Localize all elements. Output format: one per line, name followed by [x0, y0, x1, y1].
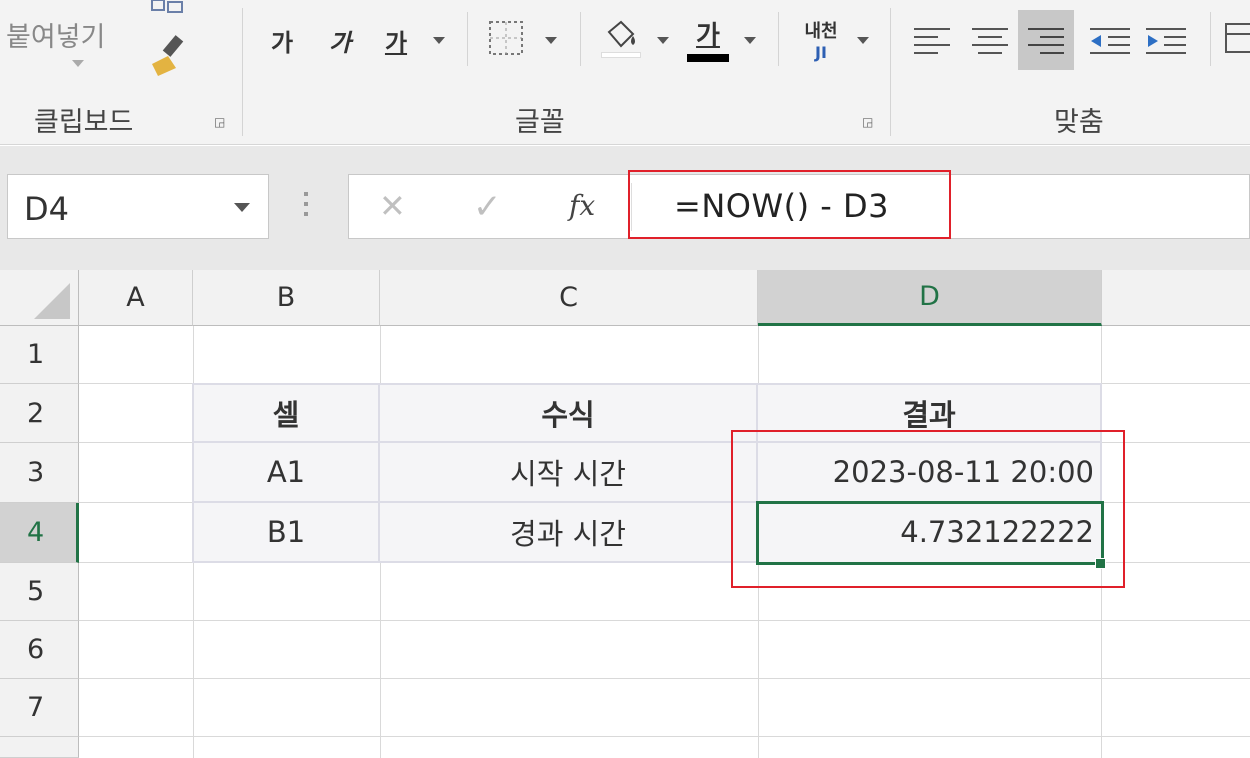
select-all-corner[interactable] — [0, 270, 79, 326]
clipboard-group-label: 클립보드 — [34, 107, 134, 138]
enter-icon[interactable]: ✓ — [473, 187, 502, 227]
result-highlight-box — [731, 430, 1125, 588]
row-header-7[interactable]: 7 — [0, 679, 79, 737]
cell-c4[interactable]: 경과 시간 — [378, 501, 758, 563]
cancel-icon[interactable]: ✕ — [379, 187, 406, 225]
align-right-icon[interactable] — [1018, 10, 1074, 70]
name-box-dropdown-icon[interactable] — [234, 203, 250, 212]
font-color-glyph: 가 — [696, 20, 720, 51]
column-header-b[interactable]: B — [193, 270, 380, 326]
increase-indent-icon[interactable] — [1140, 14, 1192, 66]
cell-b3[interactable]: A1 — [192, 441, 380, 503]
phonetic-label-top: 내천 — [804, 20, 838, 42]
row-header-2[interactable]: 2 — [0, 384, 79, 443]
ribbon-separator — [778, 12, 779, 66]
ribbon-separator — [580, 12, 581, 66]
bold-button[interactable]: 가 — [266, 22, 298, 58]
formula-bar: D4 ✕ ✓ fx — [0, 146, 1250, 270]
name-box[interactable]: D4 — [7, 174, 269, 239]
insert-function-icon[interactable]: fx — [569, 189, 595, 222]
row-header-4[interactable]: 4 — [0, 503, 79, 563]
alignment-group-label: 맞춤 — [1054, 107, 1104, 138]
font-color-button[interactable]: 가 — [686, 14, 730, 62]
ribbon-separator — [242, 8, 243, 136]
font-dialog-launcher-icon[interactable]: ◲ — [862, 114, 878, 130]
font-color-dropdown-icon[interactable] — [744, 37, 756, 44]
row-header-5[interactable]: 5 — [0, 563, 79, 621]
row-header-8[interactable] — [0, 737, 79, 758]
name-box-value: D4 — [24, 190, 69, 228]
phonetic-dropdown-icon[interactable] — [857, 37, 869, 44]
align-center-icon[interactable] — [964, 14, 1016, 66]
underline-button[interactable]: 가 — [380, 22, 412, 58]
column-header-a[interactable]: A — [79, 270, 193, 326]
ribbon-separator — [890, 8, 891, 136]
italic-button[interactable]: 가 — [324, 22, 356, 58]
cell-c3[interactable]: 시작 시간 — [378, 441, 758, 503]
gridline — [79, 620, 1250, 621]
borders-dropdown-icon[interactable] — [545, 37, 557, 44]
borders-icon[interactable] — [486, 18, 526, 58]
cell-c2[interactable]: 수식 — [378, 383, 758, 443]
wrap-text-icon[interactable] — [1222, 18, 1250, 58]
copy-icon[interactable] — [150, 0, 186, 14]
row-header-3[interactable]: 3 — [0, 443, 79, 503]
font-group-label: 글꼴 — [515, 107, 565, 138]
decrease-indent-icon[interactable] — [1084, 14, 1136, 66]
cell-b4[interactable]: B1 — [192, 501, 380, 563]
ribbon-separator — [467, 12, 468, 66]
select-all-triangle-icon — [34, 283, 70, 319]
gridline — [79, 736, 1250, 737]
paste-dropdown-icon — [72, 60, 84, 67]
paste-label: 붙여넣기 — [6, 22, 106, 53]
column-header-d[interactable]: D — [758, 270, 1102, 326]
gridline — [79, 678, 1250, 679]
row-header-6[interactable]: 6 — [0, 621, 79, 679]
font-color-bar — [687, 53, 729, 62]
phonetic-guide-button[interactable]: 내천 JI — [798, 14, 844, 64]
formula-bar-grip-icon[interactable] — [304, 192, 308, 222]
fill-color-bar — [601, 52, 641, 58]
cell-b2[interactable]: 셀 — [192, 383, 380, 443]
ribbon: 붙여넣기 클립보드 ◲ 가 가 가 가 내천 JI 글꼴 ◲ 맞춤 — [0, 0, 1250, 145]
ribbon-separator — [1210, 12, 1211, 66]
paste-button[interactable]: 붙여넣기 — [6, 6, 136, 76]
formula-highlight-box — [628, 170, 951, 239]
align-left-icon[interactable] — [906, 14, 958, 66]
column-header-blank — [1102, 270, 1250, 326]
fill-color-icon[interactable] — [598, 14, 644, 62]
clipboard-dialog-launcher-icon[interactable]: ◲ — [214, 114, 230, 130]
fill-color-dropdown-icon[interactable] — [657, 37, 669, 44]
phonetic-label-bottom: JI — [815, 42, 827, 62]
worksheet-grid: A B C D 1 2 3 4 5 6 7 셀 수식 결과 A1 시작 시간 2… — [0, 270, 1250, 758]
row-header-1[interactable]: 1 — [0, 326, 79, 384]
format-painter-icon[interactable] — [146, 34, 192, 78]
underline-dropdown-icon[interactable] — [433, 37, 445, 44]
column-header-c[interactable]: C — [380, 270, 758, 326]
